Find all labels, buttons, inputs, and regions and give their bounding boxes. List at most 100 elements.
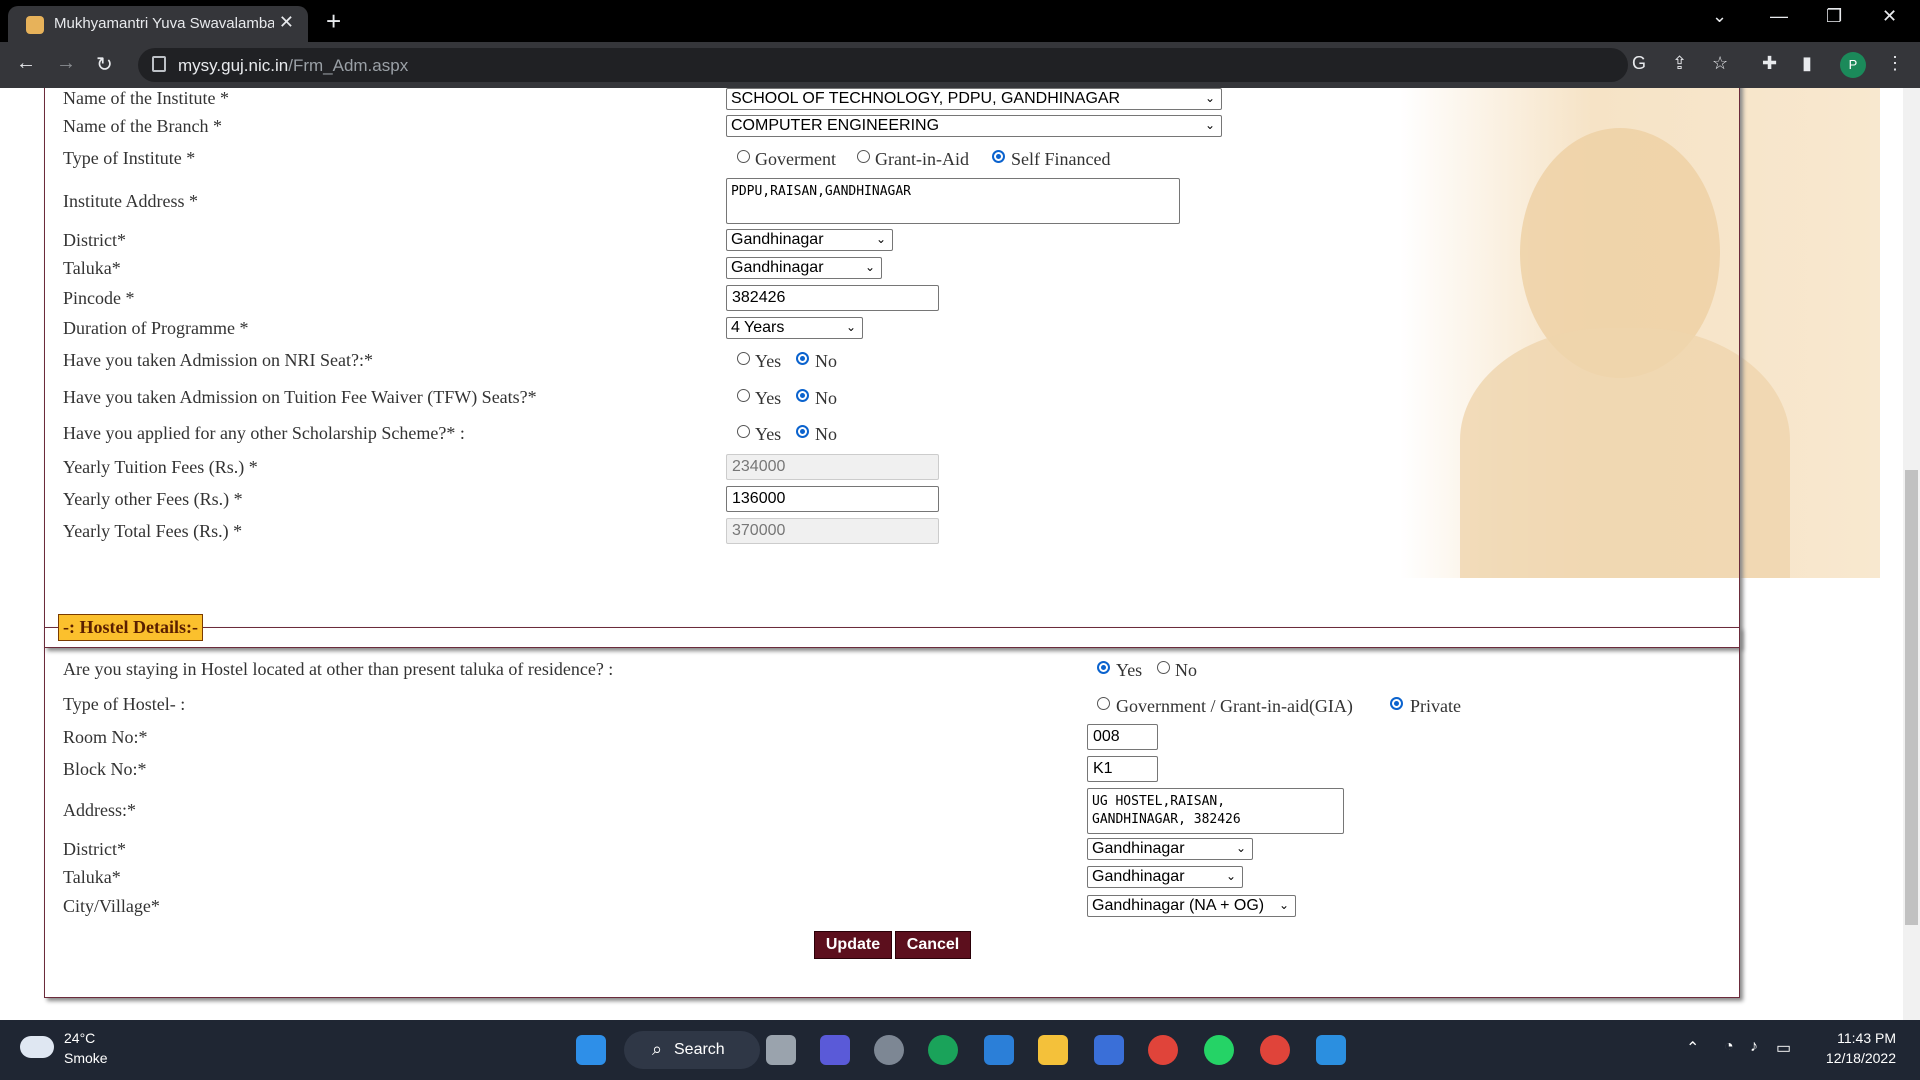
wifi-icon[interactable]: ◔ (1724, 1038, 1734, 1056)
institute-type-self-financed-radio[interactable] (992, 150, 1005, 163)
reload-icon[interactable]: ↻ (96, 52, 113, 77)
tfw-no-radio[interactable] (796, 389, 809, 402)
file-explorer-icon[interactable] (1038, 1035, 1068, 1065)
hostel-taluka-select[interactable]: Gandhinagar ⌄ (1087, 866, 1243, 888)
room-no-input[interactable]: 008 (1087, 724, 1158, 750)
hostel-district-select[interactable]: Gandhinagar ⌄ (1087, 838, 1253, 860)
page-content: Name of the Institute * SCHOOL OF TECHNO… (0, 88, 1903, 1020)
new-tab-icon[interactable]: + (326, 6, 341, 37)
institute-address-textarea[interactable]: PDPU,RAISAN,GANDHINAGAR (726, 178, 1180, 224)
show-hidden-icons-chevron-icon[interactable]: ⌃ (1686, 1038, 1699, 1058)
hostel-type-government-radio[interactable] (1097, 697, 1110, 710)
task-view-icon[interactable] (766, 1035, 796, 1065)
windows-taskbar: 24°C Smoke ⌕ Search ⌃ ◔ ♪ ▭ 11:43 PM 12/… (0, 1020, 1920, 1080)
other-fees-input[interactable]: 136000 (726, 486, 939, 512)
photos-icon[interactable] (1316, 1035, 1346, 1065)
hostel-staying-label: Are you staying in Hostel located at oth… (63, 659, 614, 679)
page-scrollbar-thumb[interactable] (1905, 470, 1918, 925)
share-icon[interactable]: ⇪ (1672, 53, 1687, 74)
update-button[interactable]: Update (814, 931, 892, 959)
weather-condition: Smoke (64, 1050, 108, 1066)
hostel-details-panel (44, 627, 1740, 998)
institute-district-select[interactable]: Gandhinagar ⌄ (726, 229, 893, 251)
hostel-staying-no-label: No (1175, 660, 1197, 680)
hostel-taluka-label: Taluka* (63, 867, 121, 887)
bookmark-star-icon[interactable]: ☆ (1712, 53, 1728, 74)
close-window-icon[interactable]: ✕ (1882, 6, 1897, 27)
city-village-select[interactable]: Gandhinagar (NA + OG) ⌄ (1087, 895, 1296, 917)
nri-seat-label: Have you taken Admission on NRI Seat?:* (63, 350, 373, 370)
tab-search-chevron-icon[interactable]: ⌄ (1712, 6, 1727, 27)
mail-icon[interactable] (984, 1035, 1014, 1065)
hostel-staying-yes-label: Yes (1116, 660, 1143, 680)
lock-icon (152, 56, 166, 72)
taskbar-search-button[interactable]: ⌕ Search (624, 1031, 760, 1069)
block-no-input[interactable]: K1 (1087, 756, 1158, 782)
forward-icon[interactable]: → (56, 52, 76, 75)
institute-district-label: District* (63, 230, 126, 250)
taskbar-clock[interactable]: 11:43 PM 12/18/2022 (1820, 1030, 1896, 1066)
duration-label: Duration of Programme * (63, 318, 249, 338)
institute-taluka-select[interactable]: Gandhinagar ⌄ (726, 257, 882, 279)
whatsapp-icon[interactable] (1204, 1035, 1234, 1065)
chevron-down-icon: ⌄ (1204, 91, 1215, 105)
clock-date: 12/18/2022 (1825, 1050, 1896, 1066)
chevron-down-icon: ⌄ (875, 232, 886, 246)
start-icon[interactable] (576, 1035, 606, 1065)
browser-menu-icon[interactable]: ⋮ (1886, 53, 1904, 74)
volume-icon[interactable]: ♪ (1750, 1038, 1758, 1056)
restore-icon[interactable]: ❐ (1826, 6, 1842, 27)
minimize-icon[interactable]: — (1770, 6, 1788, 27)
institute-type-goverment-label: Goverment (755, 149, 836, 169)
nri-yes-label: Yes (755, 351, 782, 371)
nri-no-radio[interactable] (796, 352, 809, 365)
weather-temperature: 24°C (64, 1030, 96, 1046)
profile-avatar[interactable]: P (1840, 52, 1866, 78)
tfw-no-label: No (815, 388, 837, 408)
side-panel-icon[interactable]: ▮ (1802, 53, 1812, 74)
google-lens-icon[interactable]: G (1632, 53, 1646, 74)
duration-select[interactable]: 4 Years ⌄ (726, 317, 863, 339)
room-no-label: Room No:* (63, 727, 148, 747)
branch-name-select[interactable]: COMPUTER ENGINEERING ⌄ (726, 115, 1222, 137)
weather-cloud-icon (20, 1036, 54, 1058)
browser-toolbar: ← → ↻ mysy.guj.nic.in/Frm_Adm.aspx G ⇪ ☆… (0, 42, 1920, 88)
edge-browser-icon[interactable] (928, 1035, 958, 1065)
institute-type-goverment-radio[interactable] (737, 150, 750, 163)
address-bar[interactable]: mysy.guj.nic.in/Frm_Adm.aspx (138, 48, 1628, 82)
back-icon[interactable]: ← (16, 52, 36, 75)
close-tab-icon[interactable]: ✕ (279, 12, 294, 33)
browser-tab[interactable]: Mukhyamantri Yuva Swavalamba ✕ (8, 6, 308, 42)
other-scholarship-label: Have you applied for any other Scholarsh… (63, 423, 465, 443)
nri-yes-radio[interactable] (737, 352, 750, 365)
institute-type-grant-in-aid-radio[interactable] (857, 150, 870, 163)
chevron-down-icon: ⌄ (845, 320, 856, 334)
hostel-type-private-radio[interactable] (1390, 697, 1403, 710)
hostel-staying-no-radio[interactable] (1157, 661, 1170, 674)
pincode-input[interactable]: 382426 (726, 285, 939, 311)
hostel-address-label: Address:* (63, 800, 136, 820)
hostel-address-textarea[interactable]: UG HOSTEL,RAISAN, GANDHINAGAR, 382426 (1087, 788, 1344, 834)
hostel-staying-yes-radio[interactable] (1097, 661, 1110, 674)
chrome-profile-icon[interactable] (1260, 1035, 1290, 1065)
institute-type-label: Type of Institute * (63, 148, 196, 168)
battery-icon[interactable]: ▭ (1776, 1038, 1791, 1058)
settings-gear-icon[interactable] (874, 1035, 904, 1065)
scholarship-no-label: No (815, 424, 837, 444)
institute-type-grant-in-aid-label: Grant-in-Aid (875, 149, 969, 169)
institute-name-select[interactable]: SCHOOL OF TECHNOLOGY, PDPU, GANDHINAGAR ⌄ (726, 88, 1222, 110)
teams-chat-icon[interactable] (820, 1035, 850, 1065)
institute-taluka-label: Taluka* (63, 258, 121, 278)
site-favicon-icon (26, 16, 44, 34)
chrome-icon[interactable] (1148, 1035, 1178, 1065)
scholarship-no-radio[interactable] (796, 425, 809, 438)
other-fees-label: Yearly other Fees (Rs.) * (63, 489, 243, 509)
hostel-type-label: Type of Hostel- : (63, 694, 186, 714)
search-icon: ⌕ (652, 1039, 663, 1059)
cancel-button[interactable]: Cancel (895, 931, 971, 959)
microsoft-store-icon[interactable] (1094, 1035, 1124, 1065)
extensions-icon[interactable]: ✚ (1762, 53, 1777, 74)
tfw-yes-radio[interactable] (737, 389, 750, 402)
scholarship-yes-radio[interactable] (737, 425, 750, 438)
chevron-down-icon: ⌄ (1278, 898, 1289, 912)
